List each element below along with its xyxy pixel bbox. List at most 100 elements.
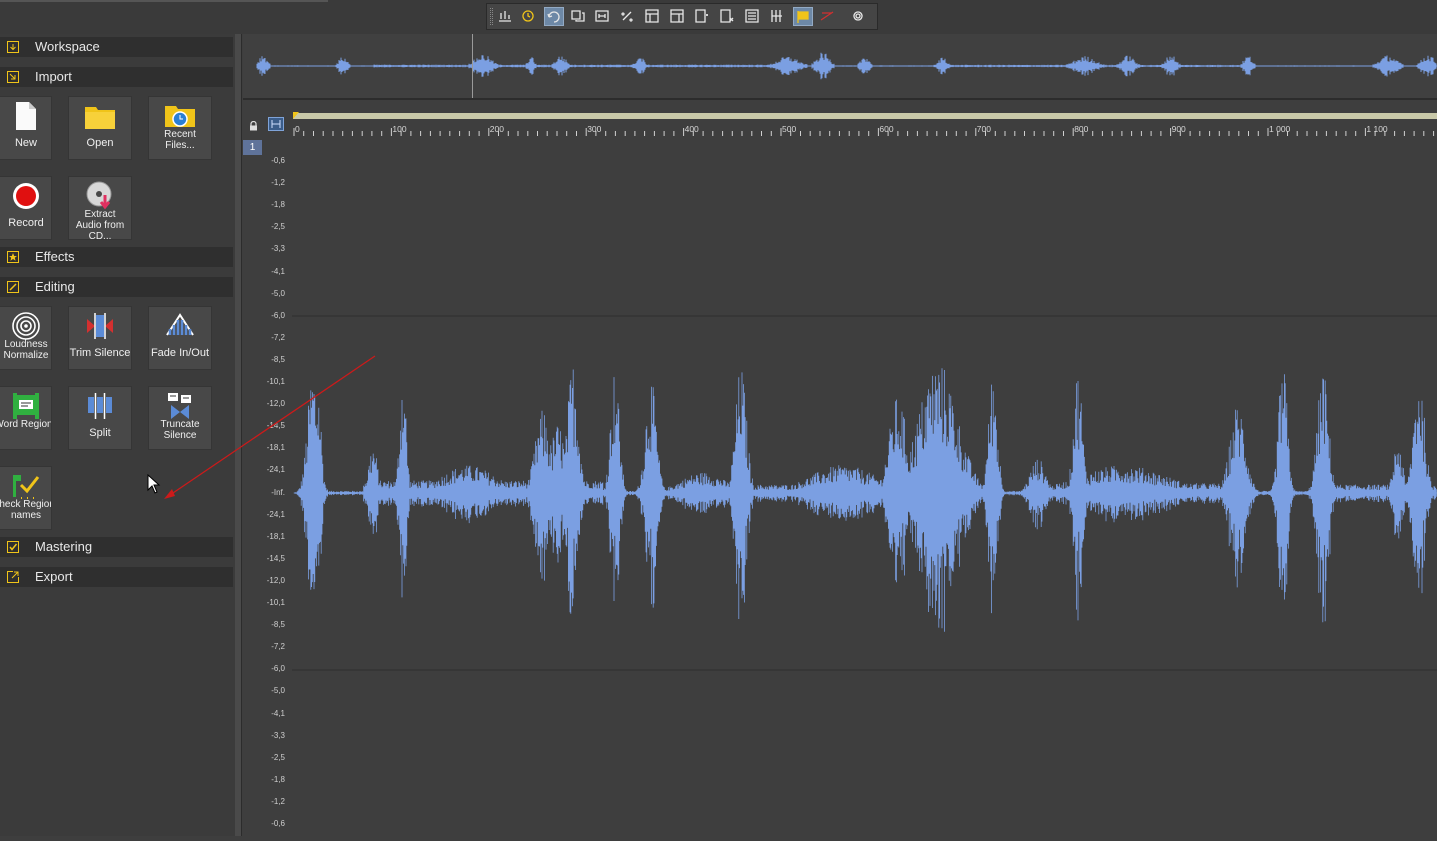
open-button[interactable]: Open [68, 96, 132, 160]
amplitude-label: -0,6 [271, 819, 285, 828]
toolbar-grip[interactable] [490, 8, 493, 25]
new-file-icon [16, 102, 36, 130]
section-editing[interactable]: Editing [0, 277, 233, 297]
amplitude-label: -0,6 [271, 156, 285, 165]
playlist-button[interactable] [743, 7, 763, 26]
section-mastering[interactable]: Mastering [0, 537, 233, 557]
snap-to-marker-button[interactable] [569, 7, 589, 26]
ruler-tick-label: 1 100 [1366, 124, 1388, 134]
amplitude-label: -18,1 [266, 531, 285, 541]
region-table-button[interactable] [668, 7, 688, 26]
section-effects[interactable]: Effects [0, 247, 233, 267]
amplitude-label: -5,0 [271, 288, 285, 298]
waveform-overview[interactable] [243, 34, 1437, 100]
tile-label: Extract Audio from CD... [75, 209, 125, 240]
amplitude-label: -1,2 [271, 178, 285, 188]
cd-extract-icon [86, 181, 112, 210]
overview-cursor [472, 34, 473, 98]
word-regions-icon [13, 393, 39, 419]
amplitude-label: -2,5 [271, 222, 285, 232]
export-icon [7, 571, 19, 583]
fade-in-out-button[interactable]: Fade In/Out [148, 306, 212, 370]
amplitude-label: -8,5 [271, 354, 285, 364]
effects-icon [7, 251, 19, 263]
workspace-panel: Workspace Import New Open Recent Files..… [0, 34, 236, 836]
add-marker-button[interactable] [693, 7, 713, 26]
time-ruler-row[interactable]: 0 100 200 300 400 500 600 700 800 900 1 000 1 100 [243, 100, 1437, 140]
top-toolbar-strip [0, 0, 1437, 34]
settings-icon [853, 11, 863, 21]
loop-button[interactable] [544, 7, 564, 26]
tile-label: New [14, 137, 37, 149]
amplitude-label: -1,8 [271, 200, 285, 210]
add-region-button[interactable] [718, 7, 738, 26]
trim-silence-icon [87, 313, 113, 339]
selection-bar[interactable] [293, 113, 1437, 119]
section-import[interactable]: Import [0, 67, 233, 87]
check-regions-icon [13, 475, 40, 499]
stopwatch-button[interactable] [519, 7, 539, 26]
amplitude-label: -4,1 [271, 708, 285, 718]
amplitude-label: -24,1 [266, 465, 285, 475]
snap-to-marker-icon [571, 10, 585, 22]
comment-flag-button[interactable] [793, 7, 813, 26]
region-view-button[interactable] [593, 7, 613, 26]
ruler-tick-label: 1 000 [1269, 124, 1291, 134]
ruler-tick-label: 800 [1074, 124, 1088, 134]
amplitude-label: -6,0 [271, 664, 285, 674]
amplitude-label: -18,1 [266, 443, 285, 453]
amplitude-label: -Inf. [271, 487, 285, 497]
add-region-icon [720, 9, 734, 23]
new-button[interactable]: New [0, 96, 52, 160]
truncate-silence-button[interactable]: Truncate Silence [148, 386, 212, 450]
panel-splitter[interactable] [235, 34, 242, 836]
tile-label: Trim Silence [69, 347, 131, 359]
folder-icon [85, 107, 115, 129]
settings-button[interactable] [849, 7, 869, 26]
ruler-snap-icon[interactable] [268, 117, 284, 131]
loudness-normalize-button[interactable]: Loudness Normalize [0, 306, 52, 370]
section-label: Workspace [35, 39, 100, 54]
split-icon [88, 393, 112, 419]
record-button[interactable]: Record [0, 176, 52, 240]
trim-silence-button[interactable]: Trim Silence [68, 306, 132, 370]
amplitude-label: -5,0 [271, 686, 285, 696]
waveform-editor[interactable]: -0,6 -1,2 -1,8 -2,5 -3,3 -4,1 -5,0 -6,0 -7,2 -8,5… [243, 140, 1437, 836]
waveform-canvas [292, 315, 1437, 671]
marker-table-button[interactable] [643, 7, 663, 26]
channel-number-badge[interactable]: 1 [243, 140, 262, 155]
marker-table-icon [645, 9, 659, 23]
editing-icon [7, 281, 19, 293]
ruler-tick-label: 200 [490, 124, 504, 134]
word-regions-button[interactable]: Word Regions [0, 386, 52, 450]
amplitude-label: -14,5 [266, 553, 285, 563]
tile-label: Open [86, 137, 114, 149]
menu-bar-edge [0, 0, 328, 2]
tile-label: Truncate Silence [160, 419, 200, 441]
amplitude-label: -6,0 [271, 310, 285, 320]
loudness-icon [12, 312, 40, 340]
remove-marker-icon [820, 11, 834, 21]
tile-label: Recent Files... [164, 129, 196, 151]
section-label: Effects [35, 249, 75, 264]
ruler-tick-label: 400 [685, 124, 699, 134]
percent-button[interactable] [618, 7, 638, 26]
section-workspace[interactable]: Workspace [0, 37, 233, 57]
auto-scroll-button[interactable] [496, 7, 516, 26]
fade-icon [166, 313, 194, 336]
loop-icon [547, 11, 560, 23]
tile-label: Word Regions [0, 419, 51, 430]
recent-files-button[interactable]: Recent Files... [148, 96, 212, 160]
tile-label: Split [89, 427, 111, 439]
split-button[interactable]: Split [68, 386, 132, 450]
check-regions-names-button[interactable]: Check Regions names [0, 466, 52, 530]
lock-icon[interactable] [249, 121, 258, 131]
split-regions-button[interactable] [768, 7, 788, 26]
mouse-pointer-icon [147, 474, 161, 494]
extract-audio-button[interactable]: Extract Audio from CD... [68, 176, 132, 240]
tile-label: Loudness Normalize [3, 339, 49, 361]
import-icon [7, 71, 19, 83]
section-export[interactable]: Export [0, 567, 233, 587]
remove-marker-button[interactable] [818, 7, 838, 26]
recent-files-icon [165, 106, 195, 127]
